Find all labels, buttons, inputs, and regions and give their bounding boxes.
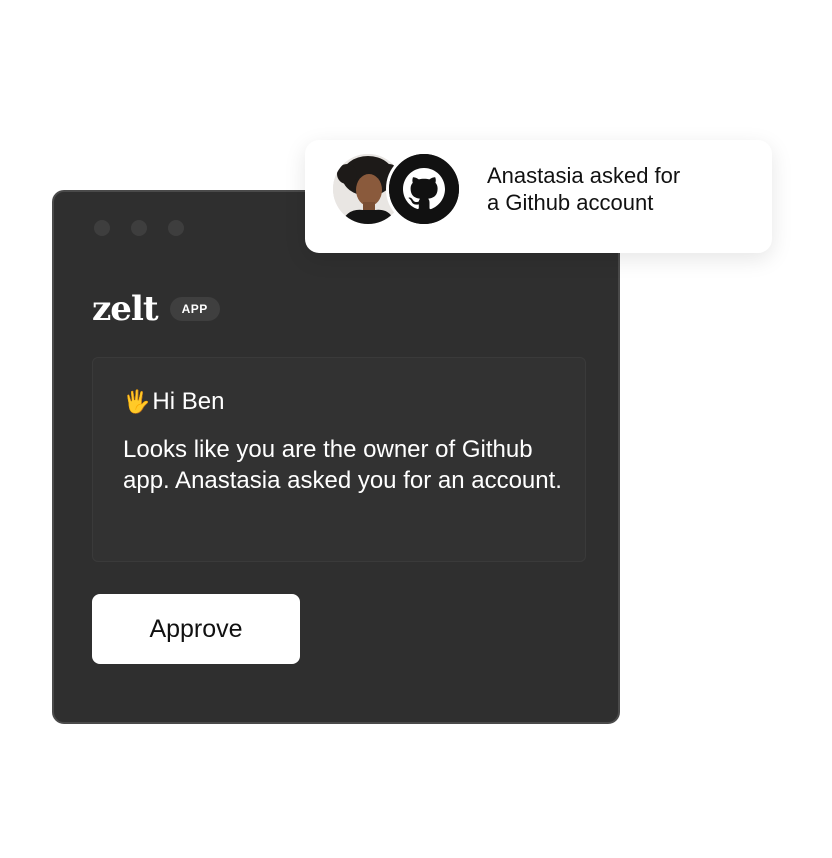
github-icon — [386, 151, 462, 227]
app-window: zelt APP 🖐 Hi Ben Looks like you are the… — [52, 190, 620, 724]
notification-text: Anastasia asked for a Github account — [487, 162, 747, 216]
message-card: 🖐 Hi Ben Looks like you are the owner of… — [92, 357, 586, 562]
app-badge: APP — [169, 297, 220, 321]
window-dot-close[interactable] — [94, 220, 110, 236]
zelt-logo: zelt — [92, 289, 159, 329]
approve-button[interactable]: Approve — [92, 594, 300, 664]
notification-card[interactable]: Anastasia asked for a Github account — [305, 140, 772, 253]
notification-line-1: Anastasia asked for — [487, 163, 681, 188]
greeting: 🖐 Hi Ben — [123, 388, 555, 416]
window-dot-maximize[interactable] — [168, 220, 184, 236]
window-dot-minimize[interactable] — [131, 220, 147, 236]
wave-hand-icon: 🖐 — [123, 389, 151, 414]
notification-line-2: a Github account — [487, 190, 654, 215]
window-controls — [94, 220, 184, 236]
brand: zelt APP — [92, 292, 220, 326]
greeting-text: Hi Ben — [152, 388, 225, 415]
message-body: Looks like you are the owner of Github a… — [123, 436, 562, 494]
